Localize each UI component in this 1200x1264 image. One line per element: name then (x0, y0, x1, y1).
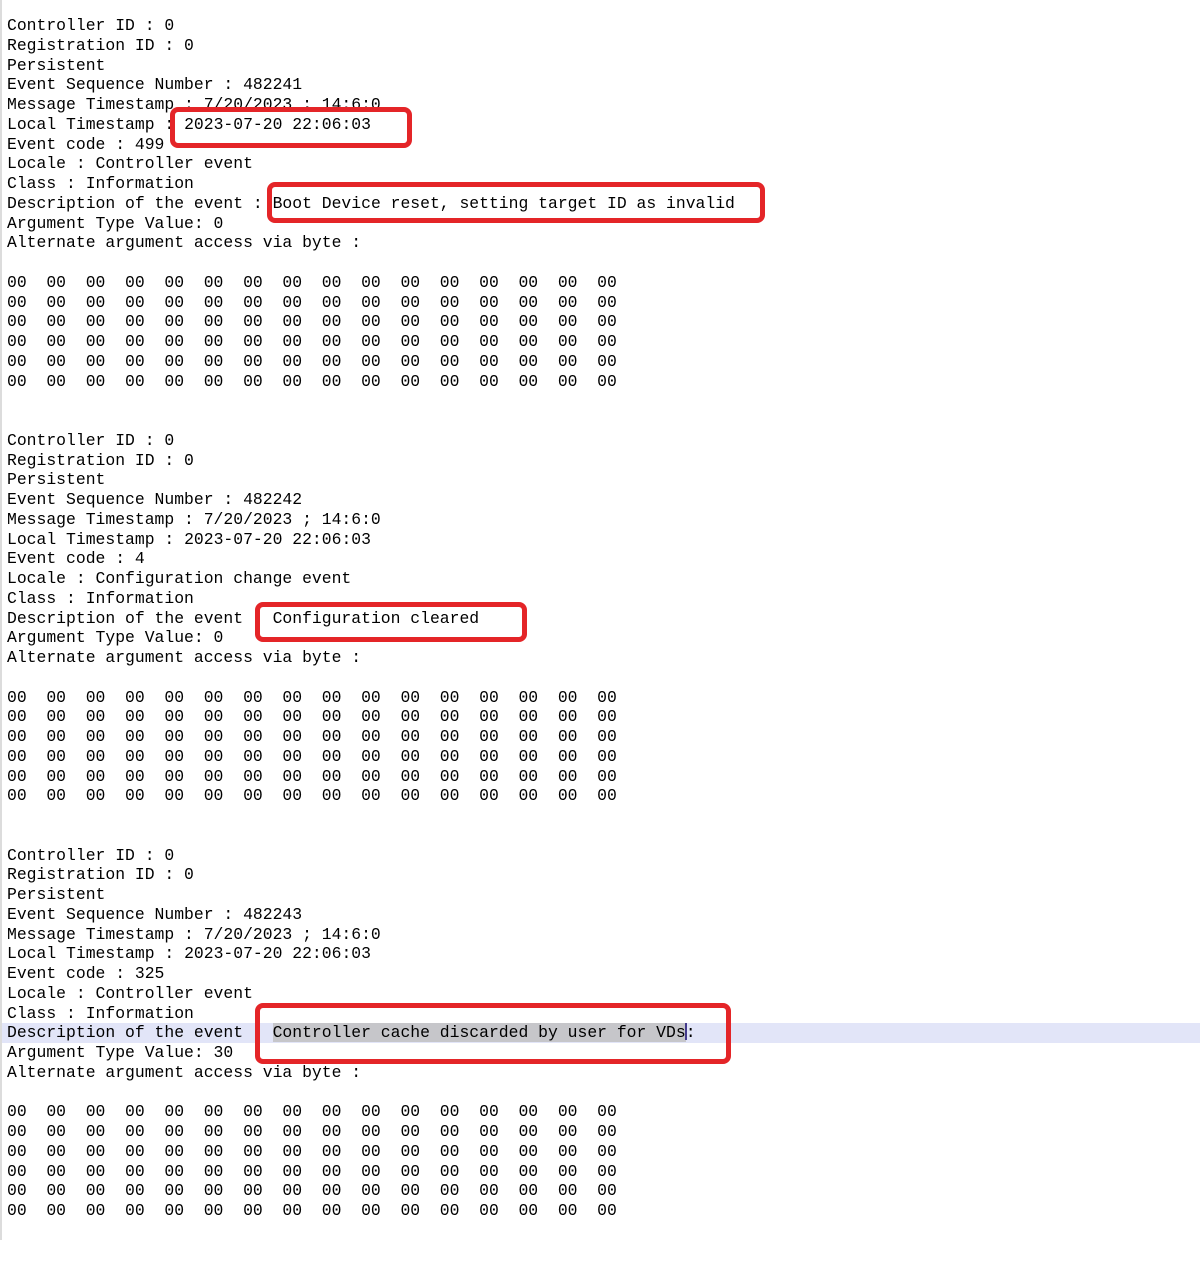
persistent-line: Persistent (0, 56, 1200, 76)
hex-row: 00 00 00 00 00 00 00 00 00 00 00 00 00 0… (0, 1201, 1200, 1221)
left-edge-line (0, 0, 2, 1240)
local-timestamp-line: Local Timestamp : 2023-07-20 22:06:03 (0, 944, 1200, 964)
description-line-selected[interactable]: Description of the event : Controller ca… (0, 1023, 1200, 1043)
argument-type-line: Argument Type Value: 30 (0, 1043, 1200, 1063)
registration-id-line: Registration ID : 0 (0, 865, 1200, 885)
argument-type-line: Argument Type Value: 0 (0, 214, 1200, 234)
alternate-argument-line: Alternate argument access via byte : (0, 648, 1200, 668)
hex-grid: 00 00 00 00 00 00 00 00 00 00 00 00 00 0… (0, 688, 1200, 807)
alternate-argument-line: Alternate argument access via byte : (0, 233, 1200, 253)
locale-line: Locale : Controller event (0, 154, 1200, 174)
hex-row: 00 00 00 00 00 00 00 00 00 00 00 00 00 0… (0, 688, 1200, 708)
hex-row: 00 00 00 00 00 00 00 00 00 00 00 00 00 0… (0, 1102, 1200, 1122)
hex-row: 00 00 00 00 00 00 00 00 00 00 00 00 00 0… (0, 273, 1200, 293)
hex-row: 00 00 00 00 00 00 00 00 00 00 00 00 00 0… (0, 332, 1200, 352)
event-code-line: Event code : 325 (0, 964, 1200, 984)
class-line: Class : Information (0, 1004, 1200, 1024)
sequence-line: Event Sequence Number : 482241 (0, 75, 1200, 95)
description-line: Description of the event : Configuration… (0, 609, 1200, 629)
sequence-line: Event Sequence Number : 482243 (0, 905, 1200, 925)
message-timestamp-line: Message Timestamp : 7/20/2023 ; 14:6:0 (0, 95, 1200, 115)
hex-row: 00 00 00 00 00 00 00 00 00 00 00 00 00 0… (0, 767, 1200, 787)
controller-id-line: Controller ID : 0 (0, 846, 1200, 866)
sequence-line: Event Sequence Number : 482242 (0, 490, 1200, 510)
local-timestamp-line: Local Timestamp : 2023-07-20 22:06:03 (0, 530, 1200, 550)
hex-row: 00 00 00 00 00 00 00 00 00 00 00 00 00 0… (0, 352, 1200, 372)
class-line: Class : Information (0, 589, 1200, 609)
hex-row: 00 00 00 00 00 00 00 00 00 00 00 00 00 0… (0, 727, 1200, 747)
controller-id-line: Controller ID : 0 (0, 16, 1200, 36)
hex-row: 00 00 00 00 00 00 00 00 00 00 00 00 00 0… (0, 707, 1200, 727)
hex-row: 00 00 00 00 00 00 00 00 00 00 00 00 00 0… (0, 312, 1200, 332)
class-line: Class : Information (0, 174, 1200, 194)
persistent-line: Persistent (0, 885, 1200, 905)
event-block-3: Controller ID : 0 Registration ID : 0 Pe… (0, 846, 1200, 1221)
local-timestamp-value: 2023-07-20 22:06:03 (184, 115, 371, 134)
local-timestamp-label: Local Timestamp : (7, 530, 184, 549)
blank-line (0, 1083, 1200, 1103)
event-block-2: Controller ID : 0 Registration ID : 0 Pe… (0, 431, 1200, 846)
hex-row: 00 00 00 00 00 00 00 00 00 00 00 00 00 0… (0, 372, 1200, 392)
blank-line (0, 391, 1200, 411)
hex-row: 00 00 00 00 00 00 00 00 00 00 00 00 00 0… (0, 1181, 1200, 1201)
hex-row: 00 00 00 00 00 00 00 00 00 00 00 00 00 0… (0, 747, 1200, 767)
event-log-viewer[interactable]: Controller ID : 0 Registration ID : 0 Pe… (0, 0, 1200, 1264)
local-timestamp-label: Local Timestamp : (7, 944, 184, 963)
hex-row: 00 00 00 00 00 00 00 00 00 00 00 00 00 0… (0, 1142, 1200, 1162)
persistent-line: Persistent (0, 470, 1200, 490)
local-timestamp-value: 2023-07-20 22:06:03 (184, 530, 371, 549)
description-suffix: : (686, 1023, 696, 1042)
blank-line (0, 411, 1200, 431)
local-timestamp-value: 2023-07-20 22:06:03 (184, 944, 371, 963)
selected-description-text: Controller cache discarded by user for V… (273, 1023, 686, 1042)
hex-grid: 00 00 00 00 00 00 00 00 00 00 00 00 00 0… (0, 1102, 1200, 1221)
argument-type-line: Argument Type Value: 0 (0, 628, 1200, 648)
registration-id-line: Registration ID : 0 (0, 36, 1200, 56)
description-label: Description of the event : (7, 194, 273, 213)
locale-line: Locale : Controller event (0, 984, 1200, 1004)
message-timestamp-line: Message Timestamp : 7/20/2023 ; 14:6:0 (0, 925, 1200, 945)
description-value: Boot Device reset, setting target ID as … (273, 194, 735, 213)
locale-line: Locale : Configuration change event (0, 569, 1200, 589)
blank-line (0, 668, 1200, 688)
message-timestamp-line: Message Timestamp : 7/20/2023 ; 14:6:0 (0, 510, 1200, 530)
description-value: Configuration cleared (273, 609, 480, 628)
alternate-argument-line: Alternate argument access via byte : (0, 1063, 1200, 1083)
blank-line (0, 826, 1200, 846)
description-label: Description of the event : (7, 609, 273, 628)
hex-row: 00 00 00 00 00 00 00 00 00 00 00 00 00 0… (0, 1122, 1200, 1142)
description-line: Description of the event : Boot Device r… (0, 194, 1200, 214)
local-timestamp-label: Local Timestamp : (7, 115, 184, 134)
blank-line (0, 806, 1200, 826)
event-code-line: Event code : 4 (0, 549, 1200, 569)
blank-line (0, 253, 1200, 273)
event-code-line: Event code : 499 (0, 135, 1200, 155)
event-block-1: Controller ID : 0 Registration ID : 0 Pe… (0, 16, 1200, 431)
hex-row: 00 00 00 00 00 00 00 00 00 00 00 00 00 0… (0, 293, 1200, 313)
controller-id-line: Controller ID : 0 (0, 431, 1200, 451)
hex-grid: 00 00 00 00 00 00 00 00 00 00 00 00 00 0… (0, 273, 1200, 392)
hex-row: 00 00 00 00 00 00 00 00 00 00 00 00 00 0… (0, 786, 1200, 806)
registration-id-line: Registration ID : 0 (0, 451, 1200, 471)
description-label: Description of the event : (7, 1023, 273, 1042)
local-timestamp-line: Local Timestamp : 2023-07-20 22:06:03 (0, 115, 1200, 135)
hex-row: 00 00 00 00 00 00 00 00 00 00 00 00 00 0… (0, 1162, 1200, 1182)
